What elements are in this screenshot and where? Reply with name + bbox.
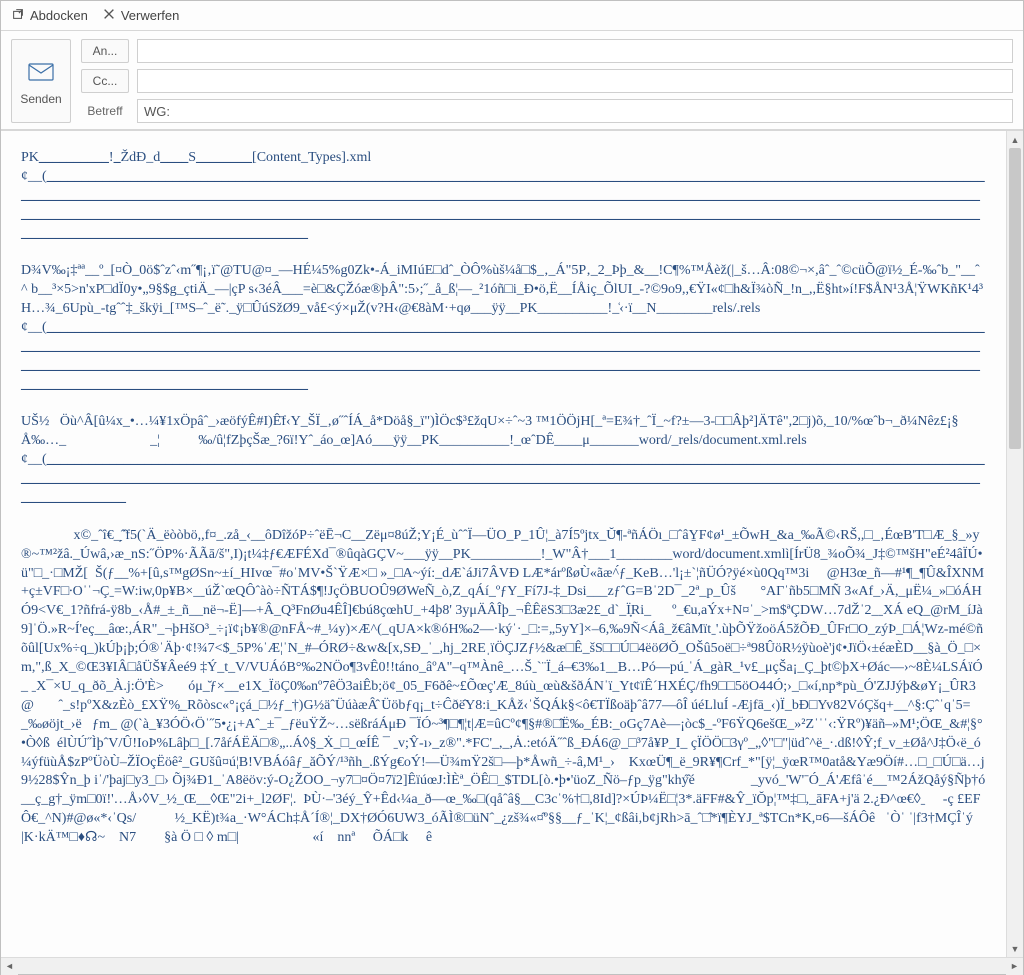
send-label: Senden xyxy=(20,92,61,106)
subject-label: Betreff xyxy=(81,104,129,118)
scroll-right-arrow-icon[interactable]: ► xyxy=(1006,958,1023,975)
close-icon xyxy=(102,7,116,24)
cc-input[interactable] xyxy=(137,69,1013,93)
hscroll-track[interactable] xyxy=(18,958,1006,974)
undock-icon xyxy=(11,7,25,24)
compose-header: Senden An... Cc... Betreff xyxy=(1,31,1023,130)
undock-label: Abdocken xyxy=(30,8,88,23)
send-button[interactable]: Senden xyxy=(11,39,71,123)
vscroll-track[interactable] xyxy=(1007,148,1023,940)
vscroll-thumb[interactable] xyxy=(1009,148,1021,449)
cc-label: Cc... xyxy=(93,74,118,88)
vertical-scrollbar[interactable]: ▲ ▼ xyxy=(1006,131,1023,957)
to-label: An... xyxy=(93,44,118,58)
titlebar: Abdocken Verwerfen xyxy=(1,1,1023,31)
to-input[interactable] xyxy=(137,39,1013,63)
subject-input[interactable] xyxy=(137,99,1013,123)
scroll-down-arrow-icon[interactable]: ▼ xyxy=(1007,940,1024,957)
discard-label: Verwerfen xyxy=(121,8,180,23)
undock-button[interactable]: Abdocken xyxy=(11,7,88,24)
scroll-left-arrow-icon[interactable]: ◄ xyxy=(1,958,18,975)
scroll-up-arrow-icon[interactable]: ▲ xyxy=(1007,131,1024,148)
body-text: PK__________!_ŽdĐ_d____S________[Content… xyxy=(21,150,1006,845)
horizontal-scrollbar[interactable]: ◄ ► xyxy=(1,957,1023,974)
message-body[interactable]: PK__________!_ŽdĐ_d____S________[Content… xyxy=(1,131,1006,957)
envelope-icon xyxy=(28,57,54,92)
to-button[interactable]: An... xyxy=(81,39,129,63)
discard-button[interactable]: Verwerfen xyxy=(102,7,180,24)
cc-button[interactable]: Cc... xyxy=(81,69,129,93)
